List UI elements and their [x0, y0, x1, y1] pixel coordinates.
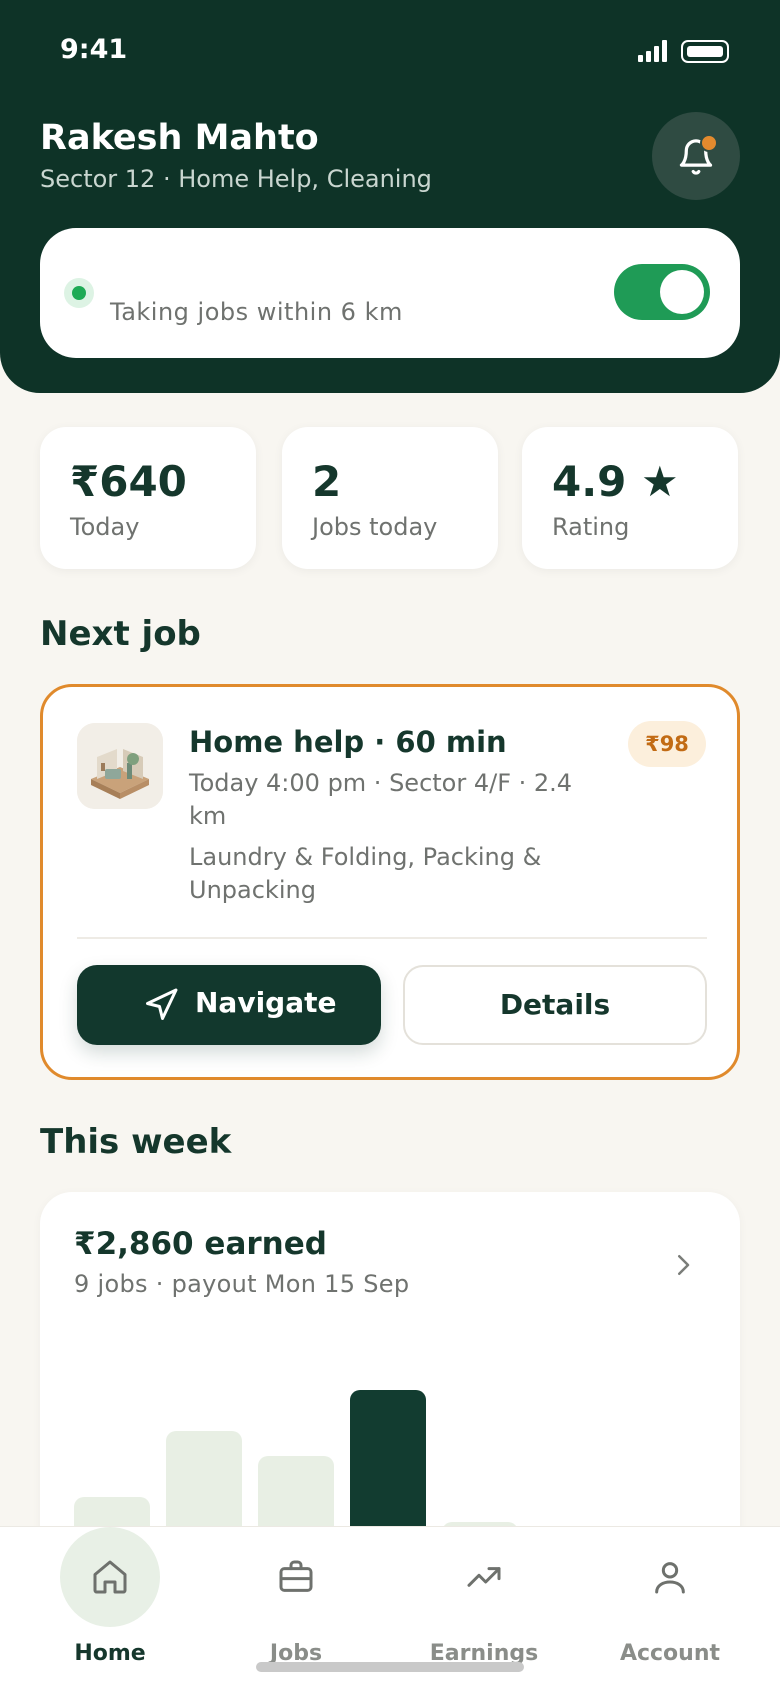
online-status-dot: [64, 278, 94, 308]
navigation-arrow-icon: [146, 988, 178, 1020]
signal-icon: [638, 40, 668, 62]
user-name: Rakesh Mahto: [40, 118, 319, 158]
availability-card: Taking jobs within 6 km: [40, 228, 740, 358]
battery-icon: [681, 40, 729, 63]
status-time: 9:41: [60, 34, 128, 65]
availability-text: Taking jobs within 6 km: [110, 298, 403, 326]
tab-home[interactable]: Home: [40, 1527, 180, 1688]
status-bar: 9:41: [0, 0, 780, 100]
weekly-earned: ₹2,860 earned: [74, 1226, 327, 1262]
next-job-heading: Next job: [40, 614, 201, 654]
header-panel: 9:41 Rakesh Mahto Sector 12 · Home Help,…: [0, 0, 780, 393]
job-title: Home help · 60 min: [189, 725, 507, 759]
tab-account[interactable]: Account: [600, 1527, 740, 1688]
job-schedule-location: Today 4:00 pm · Sector 4/F · 2.4 km: [189, 769, 573, 830]
user-subtitle: Sector 12 · Home Help, Cleaning: [40, 165, 432, 193]
card-divider: [77, 937, 707, 939]
stat-value: ₹640: [70, 457, 187, 506]
navigate-label: Navigate: [195, 986, 337, 1019]
stat-card-jobs: 2 Jobs today: [282, 427, 498, 569]
job-thumbnail: [77, 723, 163, 809]
details-button[interactable]: Details: [403, 965, 707, 1045]
user-icon: [655, 1562, 685, 1594]
notifications-button[interactable]: [652, 112, 740, 200]
job-price-badge: ₹98: [628, 721, 706, 767]
home-icon: [93, 1560, 127, 1594]
stat-label: Jobs today: [312, 513, 438, 541]
notification-badge: [700, 134, 718, 152]
stat-value: 2: [312, 457, 342, 506]
tab-label: Account: [619, 1641, 721, 1666]
stat-label: Rating: [552, 513, 630, 541]
next-job-card[interactable]: Home help · 60 min Today 4:00 pm · Secto…: [40, 684, 740, 1080]
stat-label: Today: [70, 513, 140, 541]
chevron-right-icon: [678, 1255, 690, 1275]
briefcase-icon: [279, 1560, 313, 1592]
availability-toggle[interactable]: [614, 264, 710, 320]
navigate-button[interactable]: Navigate: [77, 965, 381, 1045]
stat-card-rating: 4.9 ★ Rating: [522, 427, 738, 569]
stat-card-earnings: ₹640 Today: [40, 427, 256, 569]
home-indicator: [256, 1662, 524, 1672]
weekly-summary: 9 jobs · payout Mon 15 Sep: [74, 1270, 410, 1298]
stat-value: 4.9 ★: [552, 457, 679, 506]
job-tasks: Laundry & Folding, Packing & Unpacking: [189, 843, 542, 904]
trending-up-icon: [467, 1567, 501, 1587]
this-week-heading: This week: [40, 1122, 232, 1162]
tab-label: Home: [74, 1641, 146, 1666]
